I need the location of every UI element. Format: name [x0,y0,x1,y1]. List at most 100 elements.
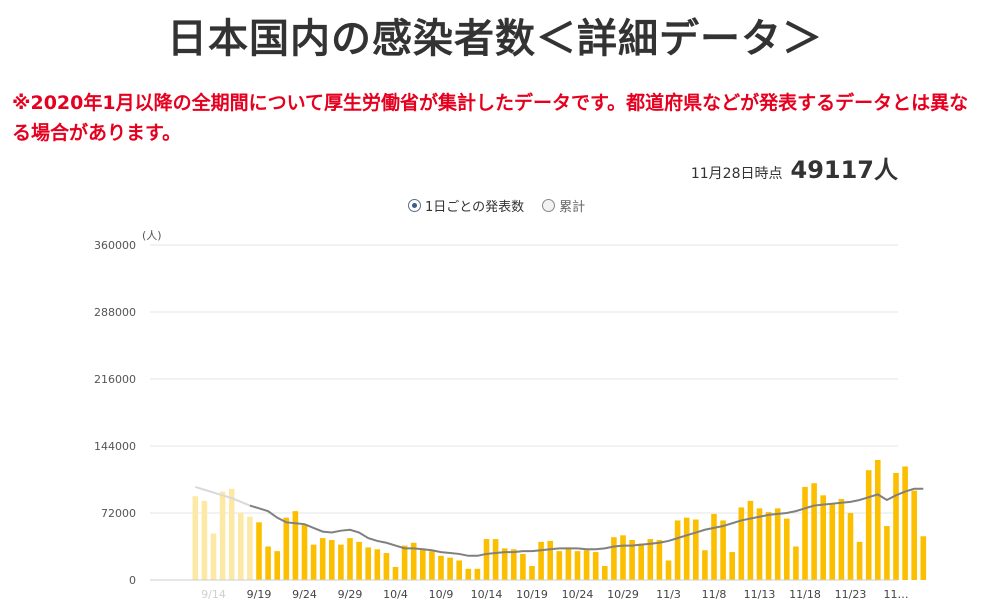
daily-bar [647,539,654,580]
daily-bar [265,546,271,580]
x-tick-label: 10/9 [429,588,454,601]
daily-bar [274,551,280,580]
daily-bar [720,520,726,580]
daily-bar [329,539,335,580]
x-tick-label: 10/14 [471,588,503,601]
daily-bar [529,566,535,580]
daily-bar [210,533,217,580]
daily-bar [665,560,672,580]
daily-bar [702,550,708,580]
daily-bar [438,555,444,580]
daily-bar [793,546,799,580]
x-tick-label: 11/18 [789,588,821,601]
daily-bar [483,539,490,580]
daily-bar [201,500,208,580]
daily-bar [884,526,890,580]
daily-bar [374,549,381,580]
daily-bar [856,541,863,580]
daily-bar [902,466,908,580]
x-tick-label: 11/23 [835,588,867,601]
daily-bar [574,551,581,580]
x-tick-label: 11/8 [702,588,727,601]
daily-bar [420,548,426,580]
daily-bar [538,541,544,580]
daily-bar [656,539,663,580]
daily-bar [820,495,826,580]
daily-bar [756,508,763,580]
daily-bar [683,517,690,580]
x-tick-label: 9/19 [247,588,272,601]
daily-bar [492,539,499,580]
x-tick-label: 11/3 [656,588,681,601]
daily-bar [920,536,927,580]
y-tick-label: 288000 [94,306,136,319]
daily-bar [301,524,308,580]
daily-bar [711,513,717,580]
daily-bar [219,491,226,580]
y-tick-label: 360000 [94,239,136,252]
daily-bar [774,508,781,580]
daily-bar [192,496,199,580]
x-tick-label: 9/29 [338,588,363,601]
daily-bar [247,516,253,580]
y-unit-label: (人) [142,229,162,242]
daily-bar [365,547,371,580]
daily-bar [401,545,408,580]
daily-bar [556,551,563,580]
daily-bar [465,568,472,580]
daily-bar [829,503,836,580]
x-tick-label: 9/14 [201,588,226,601]
daily-bar [292,511,299,580]
daily-bar [447,557,453,580]
daily-bar [347,538,353,581]
daily-bar [319,538,326,581]
daily-bar [474,568,481,580]
daily-bar [256,522,262,580]
y-tick-label: 0 [129,574,136,587]
daily-bar [392,566,399,580]
daily-bar [802,486,808,580]
daily-bar [729,552,735,580]
y-tick-label: 72000 [101,507,136,520]
daily-bar [811,483,817,580]
daily-bar [547,540,553,580]
y-tick-label: 144000 [94,440,136,453]
daily-bar [338,544,344,580]
daily-bar [674,520,681,580]
x-tick-label: 10/29 [607,588,639,601]
daily-bar [228,488,235,580]
x-tick-label: 10/24 [562,588,594,601]
y-tick-label: 216000 [94,373,136,386]
daily-bar [565,547,572,580]
daily-bar [356,541,362,580]
bar-layer [192,459,927,581]
daily-bar [238,513,244,580]
daily-bar [383,553,390,580]
daily-bar [602,566,608,580]
daily-bar [838,499,845,580]
daily-bar [738,507,745,580]
daily-bar [875,459,881,580]
daily-bar [784,518,790,580]
x-tick-label: 10/19 [516,588,548,601]
daily-bar [865,470,872,580]
daily-bar [429,551,435,580]
x-tick-label: 11/13 [744,588,776,601]
daily-bar [611,537,617,580]
x-tick-label: 10/4 [383,588,408,601]
daily-bar [310,544,317,580]
daily-bar [520,553,526,580]
daily-bar [456,560,462,580]
daily-bar [847,513,854,580]
daily-bar [893,472,899,580]
daily-bar [638,543,644,580]
daily-bar [911,490,917,580]
daily-bar [283,517,290,580]
daily-bar [747,500,754,580]
daily-bar [511,549,517,580]
daily-bar [620,535,626,580]
x-tick-label: 9/24 [292,588,317,601]
daily-bar [693,519,699,580]
daily-bar [583,550,590,580]
x-tick-label: 11… [884,588,909,601]
